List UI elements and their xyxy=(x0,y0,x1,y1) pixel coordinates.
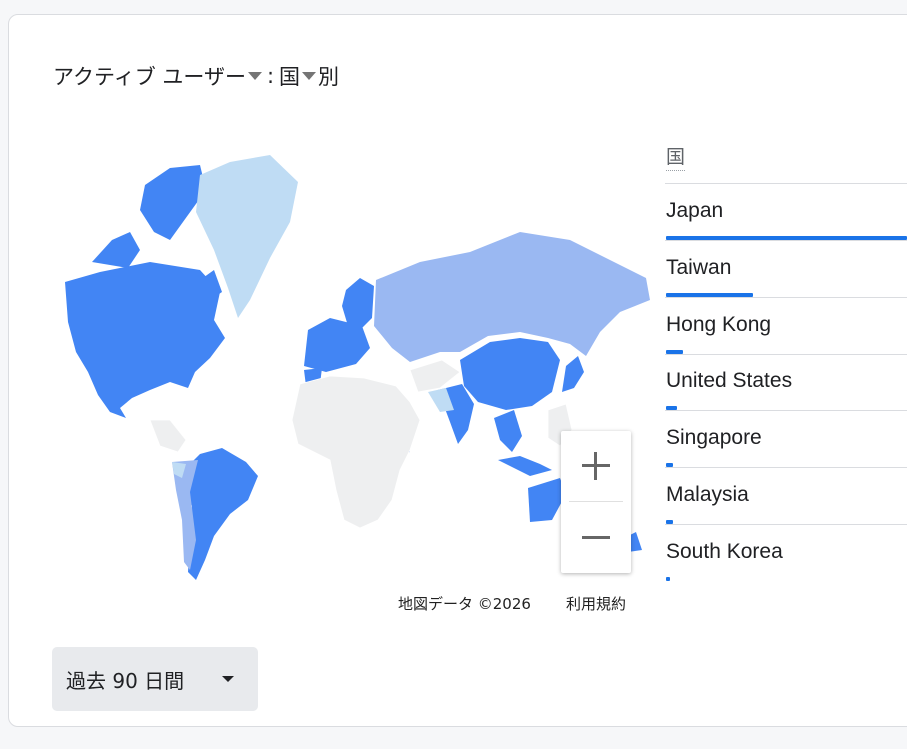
card-title: アクティブ ユーザー : 国 別 xyxy=(53,61,339,91)
plus-icon xyxy=(582,452,610,480)
date-range-dropdown[interactable]: 過去 90 日間 xyxy=(52,647,258,711)
table-row[interactable]: Taiwan xyxy=(665,241,907,298)
country-name: Singapore xyxy=(666,426,762,449)
country-name: Malaysia xyxy=(666,483,749,506)
table-row[interactable]: United States xyxy=(665,354,907,411)
zoom-divider xyxy=(569,501,623,502)
table-row[interactable]: Singapore xyxy=(665,411,907,468)
zoom-out-button[interactable] xyxy=(561,503,631,573)
table-row[interactable]: South Korea xyxy=(665,525,907,582)
caret-down-icon xyxy=(222,676,234,682)
date-range-label: 過去 90 日間 xyxy=(66,668,185,693)
country-name: Hong Kong xyxy=(666,313,772,336)
table-row[interactable]: Hong Kong xyxy=(665,298,907,355)
country-name: Taiwan xyxy=(666,256,732,279)
metric-dropdown-icon[interactable] xyxy=(247,72,262,80)
minus-icon xyxy=(582,536,610,539)
dimension-selector[interactable]: 国 xyxy=(279,61,300,91)
title-separator: : xyxy=(266,64,275,88)
share-bar xyxy=(666,577,670,581)
terms-link[interactable]: 利用規約 xyxy=(560,593,633,616)
map-zoom-control xyxy=(561,431,631,573)
map-data-attribution: 地図データ ©2026 xyxy=(392,593,537,616)
dimension-dropdown-icon[interactable] xyxy=(302,72,317,80)
title-suffix: 別 xyxy=(318,65,340,89)
country-name: United States xyxy=(666,369,793,392)
table-row[interactable]: Malaysia xyxy=(665,468,907,525)
country-column-header[interactable]: 国 xyxy=(666,142,686,171)
table-row[interactable]: Japan xyxy=(665,184,907,241)
metric-selector[interactable]: アクティブ ユーザー xyxy=(53,61,246,91)
country-name: Japan xyxy=(666,199,724,222)
zoom-in-button[interactable] xyxy=(561,431,631,501)
country-name: South Korea xyxy=(666,540,783,563)
